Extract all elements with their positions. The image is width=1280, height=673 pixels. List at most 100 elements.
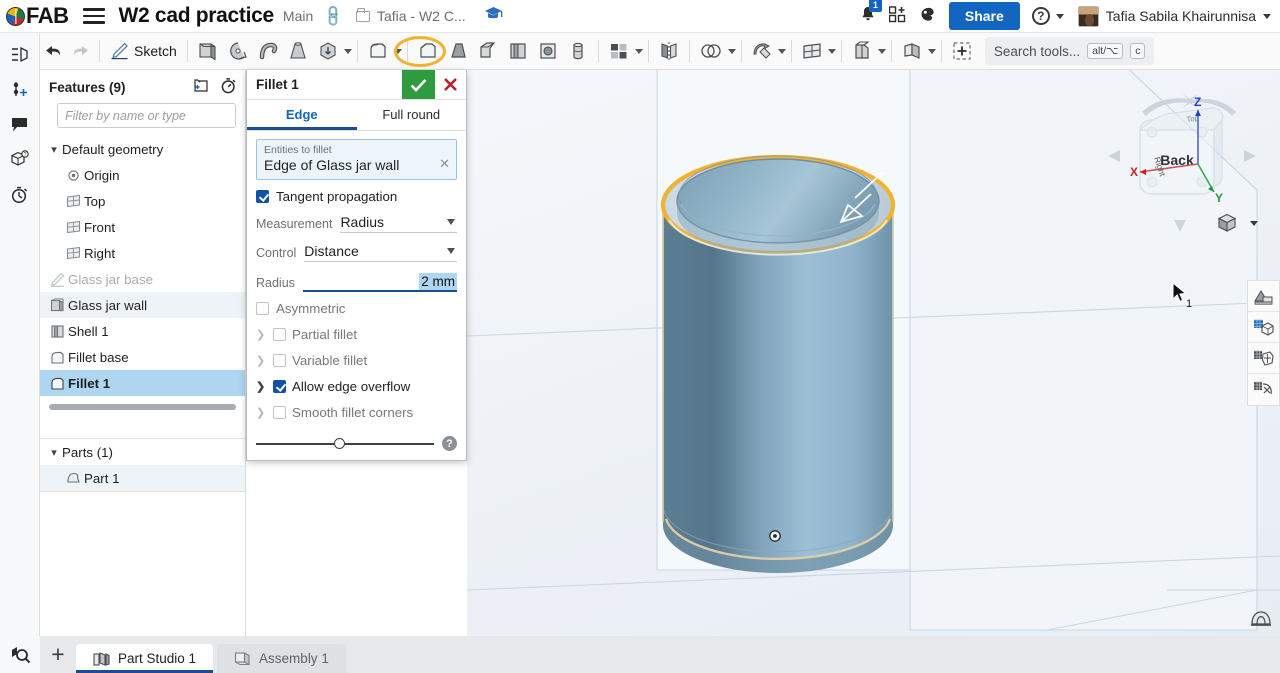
chevron-right-icon[interactable]: ❯ xyxy=(256,380,267,393)
graduation-cap-icon[interactable] xyxy=(484,6,503,26)
tangent-propagation-row[interactable]: Tangent propagation xyxy=(256,189,457,204)
notifications-button[interactable]: 1 xyxy=(860,0,882,26)
control-select[interactable]: Distance xyxy=(304,243,457,262)
sweep-icon[interactable] xyxy=(253,36,283,66)
redo-icon[interactable] xyxy=(67,36,94,66)
apps-grid-plus-icon[interactable] xyxy=(888,6,906,26)
rollback-bar[interactable] xyxy=(49,404,236,410)
smooth-fillet-corners-row[interactable]: ❯ Smooth fillet corners xyxy=(256,405,457,420)
brand-logo[interactable]: FAB xyxy=(6,3,69,29)
avatar[interactable] xyxy=(1077,5,1099,27)
search-input[interactable] xyxy=(57,103,236,128)
thicken-chevron-down-icon[interactable] xyxy=(343,48,352,54)
allow-edge-overflow-checkbox[interactable] xyxy=(273,380,286,393)
ai-brain-icon[interactable] xyxy=(919,6,936,26)
user-name[interactable]: Tafia Sabila Khairunnisa xyxy=(1106,8,1256,24)
3d-viewport[interactable]: 1 Top Right Back X Y Z xyxy=(467,70,1280,636)
variable-fillet-row[interactable]: ❯ Variable fillet xyxy=(256,353,457,368)
fillet-icon[interactable] xyxy=(363,36,393,66)
page-title[interactable]: W2 cad practice xyxy=(119,4,275,28)
variable-fillet-checkbox[interactable] xyxy=(273,354,286,367)
chevron-right-icon[interactable]: ❯ xyxy=(256,354,267,367)
clear-entities-icon[interactable]: ✕ xyxy=(439,156,450,172)
section-view-icon[interactable] xyxy=(1248,281,1279,312)
tab-edge[interactable]: Edge xyxy=(247,100,357,130)
cylinder-feature-icon[interactable] xyxy=(563,36,593,66)
smooth-fillet-corners-checkbox[interactable] xyxy=(273,406,286,419)
sheet-metal-chevron-down-icon[interactable] xyxy=(927,48,936,54)
hamburger-icon[interactable] xyxy=(82,4,105,27)
scene-lighting-icon[interactable] xyxy=(1250,609,1272,630)
appearance-icon[interactable] xyxy=(1248,374,1279,405)
help-circle-icon[interactable]: ? xyxy=(1031,7,1050,25)
link-icon[interactable]: 🔗 xyxy=(321,3,346,29)
tree-node-right-plane[interactable]: Right xyxy=(40,240,245,266)
history-icon[interactable] xyxy=(3,178,37,210)
boolean-chevron-down-icon[interactable] xyxy=(727,48,736,54)
breadcrumb-folder[interactable]: Tafia - W2 C... xyxy=(355,7,466,24)
render-mode-icon[interactable] xyxy=(1248,343,1279,374)
add-variable-icon[interactable] xyxy=(3,73,37,105)
plane-chevron-down-icon[interactable] xyxy=(827,48,836,54)
revolve-icon[interactable] xyxy=(223,36,253,66)
tree-node-fillet-base[interactable]: Fillet base xyxy=(40,344,245,370)
draft-icon[interactable] xyxy=(443,36,473,66)
view-cube-chevron-down-icon[interactable] xyxy=(1250,220,1258,226)
fillet-chevron-down-icon[interactable] xyxy=(393,48,402,54)
plane-icon[interactable] xyxy=(797,36,827,66)
pattern-icon[interactable] xyxy=(604,36,634,66)
insert-feature-icon[interactable] xyxy=(947,36,977,66)
parts-section-header[interactable]: ▾ Parts (1) xyxy=(40,439,245,465)
help-chevron-down-icon[interactable] xyxy=(1055,13,1064,19)
entities-to-fillet-field[interactable]: Entities to fillet Edge of Glass jar wal… xyxy=(256,139,457,180)
tree-node-glass-jar-wall[interactable]: Glass jar wall xyxy=(40,292,245,318)
tab-assembly-1[interactable]: Assembly 1 xyxy=(217,644,346,673)
mirror-icon[interactable] xyxy=(654,36,684,66)
cylinder-part[interactable] xyxy=(660,154,896,573)
allow-edge-overflow-row[interactable]: ❯ Allow edge overflow xyxy=(256,379,457,394)
chamfer-icon[interactable] xyxy=(413,36,443,66)
add-folder-icon[interactable] xyxy=(191,78,208,97)
part-properties-icon[interactable]: ? xyxy=(3,143,37,175)
chevron-down-icon[interactable]: ▾ xyxy=(46,143,62,156)
tree-node-fillet-1[interactable]: Fillet 1 xyxy=(40,370,245,396)
quality-slider[interactable] xyxy=(256,437,434,451)
add-tab-button[interactable]: + xyxy=(40,636,76,673)
pattern-chevron-down-icon[interactable] xyxy=(634,48,643,54)
share-button[interactable]: Share xyxy=(948,2,1020,30)
cancel-button[interactable] xyxy=(435,70,466,99)
shell-icon[interactable] xyxy=(503,36,533,66)
transform-chevron-down-icon[interactable] xyxy=(777,48,786,54)
transform-icon[interactable] xyxy=(747,36,777,66)
display-state-icon[interactable] xyxy=(1248,312,1279,343)
split-icon[interactable] xyxy=(847,36,877,66)
branch-label[interactable]: Main xyxy=(283,8,313,24)
list-item-part-1[interactable]: Part 1 xyxy=(40,465,245,491)
hole-icon[interactable] xyxy=(533,36,563,66)
tree-node-top-plane[interactable]: Top xyxy=(40,188,245,214)
asymmetric-checkbox[interactable] xyxy=(256,302,269,315)
feature-timer-icon[interactable] xyxy=(220,77,237,98)
sketch-button[interactable]: Sketch xyxy=(105,42,182,60)
rib-icon[interactable] xyxy=(473,36,503,66)
help-icon[interactable]: ? xyxy=(442,436,457,451)
measurement-select[interactable]: Radius xyxy=(340,214,457,233)
boolean-icon[interactable] xyxy=(695,36,727,66)
tree-node-default-geometry[interactable]: ▾ Default geometry xyxy=(40,136,245,162)
search-in-document-icon[interactable] xyxy=(0,636,40,673)
search-tools-input[interactable]: Search tools... alt/⌥ c xyxy=(984,37,1155,65)
chevron-down-icon[interactable]: ▾ xyxy=(46,446,62,459)
loft-icon[interactable] xyxy=(283,36,313,66)
tree-node-front-plane[interactable]: Front xyxy=(40,214,245,240)
radius-input[interactable]: 2 mm xyxy=(302,273,457,292)
tab-part-studio-1[interactable]: Part Studio 1 xyxy=(76,644,214,673)
feature-list-icon[interactable] xyxy=(3,38,37,70)
undo-icon[interactable] xyxy=(40,36,67,66)
user-chevron-down-icon[interactable] xyxy=(1263,13,1271,19)
confirm-button[interactable] xyxy=(402,70,435,99)
partial-fillet-checkbox[interactable] xyxy=(273,328,286,341)
chevron-right-icon[interactable]: ❯ xyxy=(256,328,267,341)
extrude-icon[interactable] xyxy=(193,36,223,66)
comments-icon[interactable] xyxy=(3,108,37,140)
slider-knob[interactable] xyxy=(334,437,346,449)
